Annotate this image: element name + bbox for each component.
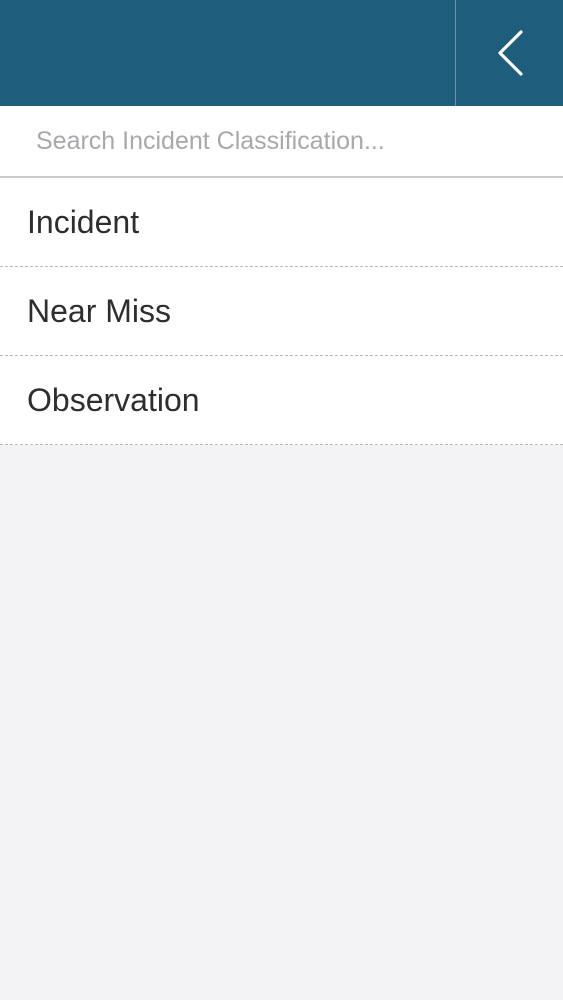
- list-item-observation[interactable]: Observation: [0, 356, 563, 445]
- header-bar: [0, 0, 563, 106]
- incident-classification-screen: Incident Near Miss Observation: [0, 0, 563, 1000]
- list-item-near-miss[interactable]: Near Miss: [0, 267, 563, 356]
- back-button[interactable]: [456, 0, 563, 106]
- list-item-label: Near Miss: [27, 292, 172, 329]
- list-item-incident[interactable]: Incident: [0, 178, 563, 267]
- search-input[interactable]: [36, 106, 546, 176]
- search-bar: [0, 106, 563, 178]
- list-item-label: Observation: [27, 381, 200, 418]
- classification-list: Incident Near Miss Observation: [0, 178, 563, 445]
- chevron-left-icon: [497, 30, 523, 76]
- list-item-label: Incident: [27, 203, 140, 240]
